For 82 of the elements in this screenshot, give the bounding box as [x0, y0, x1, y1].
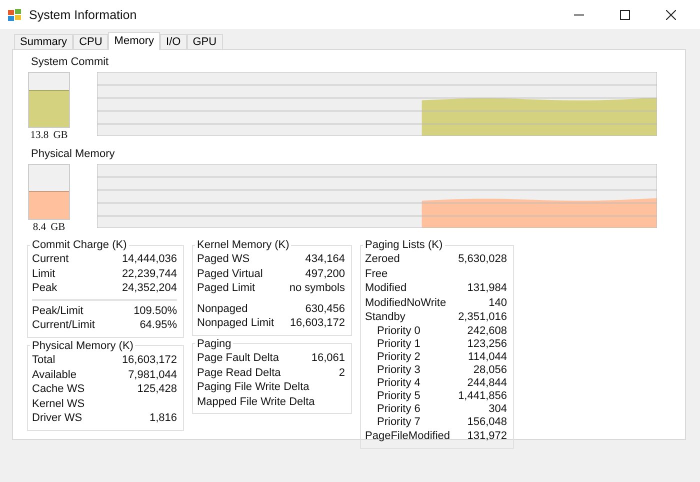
stat-label: Priority 5	[377, 390, 420, 403]
stat-value: 156,048	[467, 416, 507, 429]
stat-value: 64.95%	[140, 318, 177, 333]
group-title: Commit Charge (K)	[31, 239, 128, 251]
stat-label: Peak/Limit	[32, 304, 84, 318]
stat-value: 242,608	[467, 324, 507, 338]
close-icon[interactable]	[666, 10, 676, 20]
tab[interactable]: CPU	[73, 34, 108, 49]
stat-label: Available	[32, 368, 76, 382]
stat-label: Page Fault Delta	[197, 350, 279, 366]
stat-label: Paged Limit	[197, 281, 256, 296]
stat-label: Priority 6	[377, 402, 420, 416]
stat-label: Priority 3	[377, 364, 420, 377]
stat-label: Priority 0	[377, 324, 420, 338]
app-icon	[7, 6, 23, 22]
stat-label: Priority 1	[377, 338, 420, 351]
stat-label: Page Read Delta	[197, 366, 281, 380]
usage-meter	[28, 164, 70, 220]
tab[interactable]: I/O	[160, 34, 187, 49]
stat-label: Cache WS	[32, 382, 85, 397]
stat-label: Paged WS	[197, 252, 250, 267]
stat-label: Nonpaged	[197, 302, 248, 316]
stat-value: 123,256	[467, 338, 507, 351]
stat-value: 244,844	[467, 376, 507, 390]
stat-value: 22,239,744	[122, 266, 177, 282]
stat-label: Driver WS	[32, 411, 82, 426]
stat-label: Total	[32, 352, 56, 368]
stat-label: Current/Limit	[32, 318, 95, 333]
window-title: System Information	[29, 8, 137, 22]
stat-value: 125,428	[137, 382, 177, 397]
usage-meter	[28, 72, 70, 128]
stat-value: 140	[488, 296, 507, 310]
stat-value: 114,044	[468, 350, 507, 364]
group-title: Paging	[196, 338, 232, 350]
stat-value: 16,603,172	[290, 316, 345, 331]
stat-label: Priority 7	[377, 416, 420, 429]
stat-label: Kernel WS	[32, 396, 85, 412]
stat-label: PageFileModified	[365, 428, 450, 444]
stat-value: 5,630,028	[458, 252, 507, 267]
stat-label: Nonpaged Limit	[197, 316, 274, 331]
stat-label: Paging File Write Delta	[197, 380, 310, 395]
stat-value: 16,061	[311, 350, 345, 366]
stat-label: Limit	[32, 266, 56, 282]
stat-label: Mapped File Write Delta	[197, 394, 315, 410]
maximize-icon[interactable]	[620, 10, 630, 20]
stat-value: 1,441,856	[458, 390, 507, 403]
stat-label: ModifiedNoWrite	[365, 296, 446, 310]
stat-value: 7,981,044	[128, 368, 177, 382]
stat-value: 14,444,036	[122, 252, 177, 267]
tab[interactable]: GPU	[186, 34, 223, 49]
stat-value: 16,603,172	[122, 352, 177, 368]
stat-value: no symbols	[289, 281, 345, 296]
stat-value: 28,056	[473, 364, 507, 377]
stat-label: Zeroed	[365, 252, 400, 267]
group-title: Paging Lists (K)	[364, 239, 444, 251]
stat-value: 1,816	[149, 411, 177, 426]
stat-value: 2,351,016	[458, 310, 507, 325]
stat-value: 497,200	[305, 266, 345, 282]
stat-value: 131,984	[467, 281, 507, 296]
stat-label: Peak	[32, 281, 58, 296]
stat-label: Current	[32, 252, 69, 267]
stat-value: 131,972	[467, 428, 507, 444]
group-title: Physical Memory (K)	[31, 340, 134, 352]
group-title: Kernel Memory (K)	[196, 239, 290, 251]
stat-value: 630,456	[305, 302, 345, 316]
stat-value: 304	[488, 402, 507, 416]
usage-reading: 8.4 GB	[32, 222, 66, 233]
stat-label: Modified	[365, 281, 407, 296]
stat-label: Priority 2	[377, 350, 420, 364]
stat-label: Priority 4	[377, 376, 420, 390]
tab[interactable]: Memory	[108, 32, 160, 50]
stat-value: 24,352,204	[122, 281, 177, 296]
section-label: Physical Memory	[31, 148, 116, 162]
stat-value: 2	[338, 366, 345, 380]
stat-label: Free	[365, 266, 388, 282]
stat-label: Standby	[365, 310, 406, 325]
stat-value: 434,164	[305, 252, 345, 267]
section-label: System Commit	[31, 56, 110, 70]
stat-value: 109.50%	[134, 304, 177, 318]
stat-label: Paged Virtual	[197, 266, 263, 282]
usage-reading: 13.8 GB	[30, 130, 68, 141]
tab[interactable]: Summary	[14, 34, 74, 49]
